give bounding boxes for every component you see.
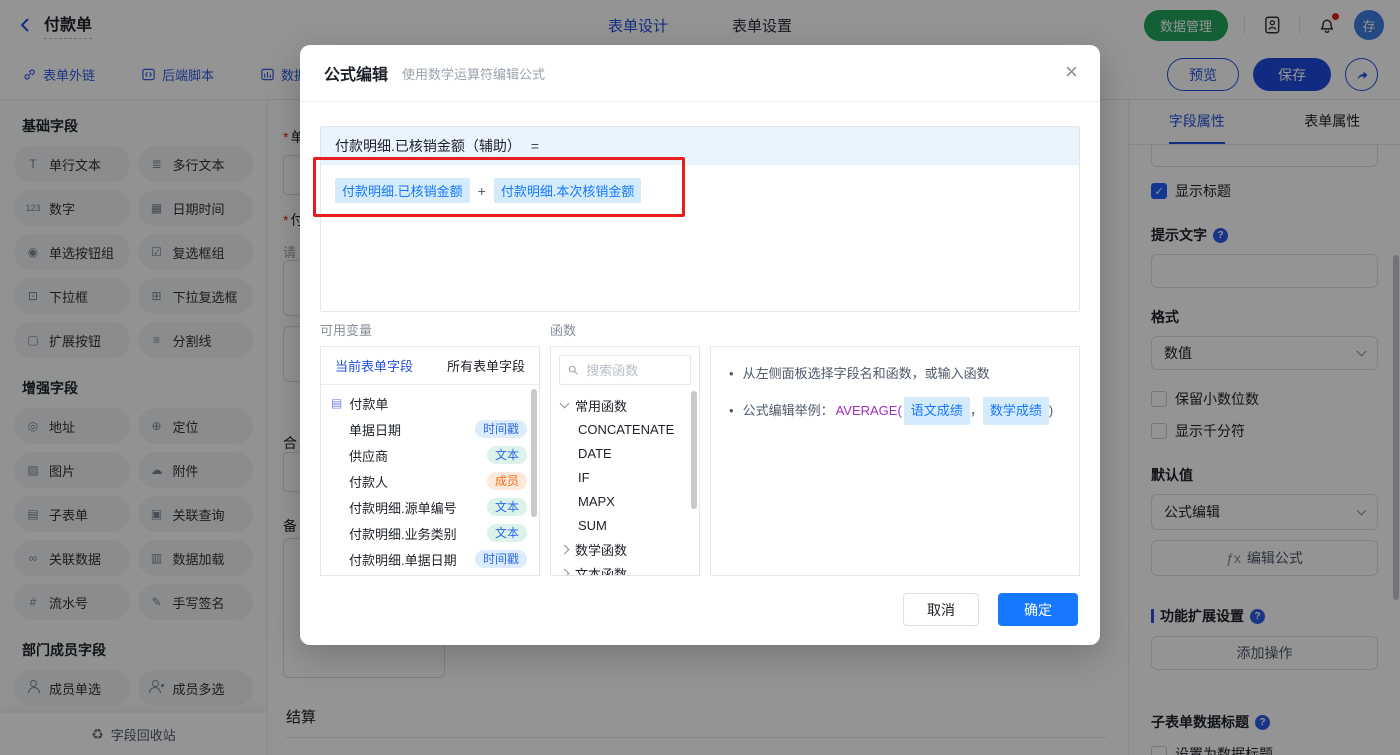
tree-root-label: 付款单 xyxy=(349,396,389,412)
functions-scrollbar[interactable] xyxy=(691,391,697,509)
chevron-right-icon xyxy=(559,544,570,554)
function-group-common[interactable]: 常用函数 xyxy=(551,393,699,417)
modal-subtitle: 使用数学运算符编辑公式 xyxy=(402,66,546,82)
bullet-dot: • xyxy=(729,403,734,419)
modal-title: 公式编辑 xyxy=(324,67,389,84)
function-item[interactable]: DATE xyxy=(551,441,699,465)
tab-current-form-fields[interactable]: 当前表单字段 xyxy=(335,356,413,375)
variable-row[interactable]: 付款明细.业务类别 文本 xyxy=(321,520,539,546)
close-icon[interactable]: × xyxy=(1065,61,1078,83)
function-item[interactable]: IF xyxy=(551,465,699,489)
variables-scrollbar[interactable] xyxy=(531,389,537,517)
plus-operator: + xyxy=(477,182,486,199)
variable-row[interactable]: 单据日期 时间戳 xyxy=(321,416,539,442)
type-badge: 文本 xyxy=(486,523,527,543)
function-item[interactable]: SUM xyxy=(551,513,699,537)
formula-editor: 付款明细.已核销金额（辅助） = 付款明细.已核销金额 + 付款明细.本次核销金… xyxy=(320,126,1080,312)
variable-row[interactable]: 供应商 文本 xyxy=(321,442,539,468)
function-group-label: 常用函数 xyxy=(575,398,628,414)
help-line-1: • 从左侧面板选择字段名和函数，或输入函数 xyxy=(729,363,1061,385)
cancel-button[interactable]: 取消 xyxy=(903,593,979,626)
formula-field-chip[interactable]: 付款明细.本次核销金额 xyxy=(493,178,642,203)
variables-tabs: 当前表单字段 所有表单字段 xyxy=(321,347,539,385)
variable-row[interactable]: 付款明细.单据日期 时间戳 xyxy=(321,546,539,572)
formula-field-chip[interactable]: 付款明细.已核销金额 xyxy=(335,178,470,203)
example-field-chip: 数学成绩 xyxy=(982,397,1049,426)
variables-tree: ▤ 付款单 单据日期 时间戳 供应商 文本 付款人 成员 付款明细.源单编号 文本 付款… xyxy=(321,385,539,572)
example-field-chip: 语文成绩 xyxy=(903,397,970,426)
variables-label: 可用变量 xyxy=(320,323,373,338)
function-group-label: 数学函数 xyxy=(575,542,628,558)
function-group-text[interactable]: 文本函数 xyxy=(551,561,699,576)
chevron-down-icon xyxy=(559,398,570,409)
close-paren: ) xyxy=(1048,403,1054,419)
function-group-math[interactable]: 数学函数 xyxy=(551,537,699,561)
function-search-input[interactable] xyxy=(584,361,682,379)
average-function-text: AVERAGE( xyxy=(835,403,902,419)
function-group-label: 文本函数 xyxy=(575,566,628,576)
tab-all-form-fields[interactable]: 所有表单字段 xyxy=(447,356,525,375)
formula-target-bar: 付款明细.已核销金额（辅助） = xyxy=(321,127,1079,165)
equals-sign: = xyxy=(530,138,540,154)
formula-edit-modal: 公式编辑 使用数学运算符编辑公式 × 付款明细.已核销金额（辅助） = 付款明细… xyxy=(300,45,1100,645)
help-line-2: • 公式编辑举例： AVERAGE( 语文成绩 ， 数学成绩 ) xyxy=(729,397,1061,426)
formula-target: 付款明细.已核销金额（辅助） xyxy=(335,138,521,154)
function-item[interactable]: MAPX xyxy=(551,489,699,513)
modal-header: 公式编辑 使用数学运算符编辑公式 × xyxy=(300,45,1100,102)
variable-row[interactable]: 付款明细.源单编号 文本 xyxy=(321,494,539,520)
type-badge: 成员 xyxy=(486,471,527,491)
function-search xyxy=(559,355,691,385)
type-badge: 时间戳 xyxy=(474,419,527,439)
confirm-button[interactable]: 确定 xyxy=(998,593,1078,626)
variables-panel: 当前表单字段 所有表单字段 ▤ 付款单 单据日期 时间戳 供应商 文本 付款人 成员 … xyxy=(320,346,540,576)
formula-help-panel: • 从左侧面板选择字段名和函数，或输入函数 • 公式编辑举例： AVERAGE(… xyxy=(710,346,1080,576)
form-doc-icon: ▤ xyxy=(331,396,343,410)
function-item[interactable]: CONCATENATE xyxy=(551,417,699,441)
functions-panel: 常用函数 CONCATENATE DATE IF MAPX SUM 数学函数 文… xyxy=(550,346,700,576)
functions-label: 函数 xyxy=(550,323,577,338)
formula-expression-area[interactable]: 付款明细.已核销金额 + 付款明细.本次核销金额 xyxy=(321,165,1079,216)
variable-row[interactable]: 付款人 成员 xyxy=(321,468,539,494)
type-badge: 文本 xyxy=(486,497,527,517)
tree-root-payment-form[interactable]: ▤ 付款单 xyxy=(321,390,539,416)
search-icon xyxy=(568,365,578,375)
comma: ， xyxy=(969,403,983,419)
type-badge: 文本 xyxy=(486,445,527,465)
chevron-right-icon xyxy=(559,568,570,575)
type-badge: 时间戳 xyxy=(474,549,527,569)
bullet-dot: • xyxy=(729,366,734,381)
